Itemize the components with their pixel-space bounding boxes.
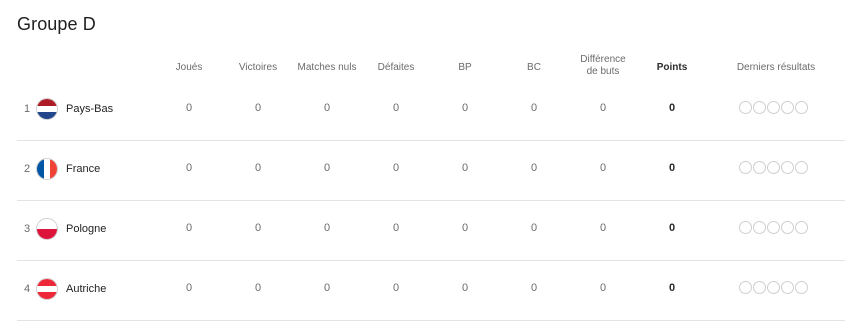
goals-for-value: 0 bbox=[461, 222, 469, 234]
col-goal-difference-line2: de buts bbox=[586, 66, 620, 77]
points-value: 0 bbox=[668, 162, 676, 174]
rank: 4 bbox=[24, 283, 31, 295]
goals-against-value: 0 bbox=[530, 222, 538, 234]
recent-results bbox=[739, 161, 808, 175]
points-value: 0 bbox=[668, 282, 676, 294]
losses-value: 0 bbox=[392, 282, 400, 294]
goal-difference-value: 0 bbox=[599, 222, 607, 234]
points-value: 0 bbox=[668, 102, 676, 114]
wins-value: 0 bbox=[254, 222, 262, 234]
result-placeholder-icon bbox=[767, 281, 780, 294]
team-name[interactable]: France bbox=[66, 163, 100, 175]
result-placeholder-icon bbox=[795, 281, 808, 294]
result-placeholder-icon bbox=[739, 221, 752, 234]
recent-results bbox=[739, 281, 808, 295]
result-placeholder-icon bbox=[781, 161, 794, 174]
table-row[interactable]: 2 France 0 0 0 0 0 0 0 0 bbox=[17, 140, 845, 201]
result-placeholder-icon bbox=[753, 221, 766, 234]
recent-results bbox=[739, 101, 808, 115]
result-placeholder-icon bbox=[767, 101, 780, 114]
austria-flag-icon bbox=[36, 278, 58, 300]
goals-against-value: 0 bbox=[530, 102, 538, 114]
col-losses: Défaites bbox=[377, 62, 415, 73]
col-goals-for: BP bbox=[458, 62, 472, 73]
table-row[interactable]: 3 Pologne 0 0 0 0 0 0 0 0 bbox=[17, 200, 845, 261]
goals-against-value: 0 bbox=[530, 282, 538, 294]
goal-difference-value: 0 bbox=[599, 162, 607, 174]
result-placeholder-icon bbox=[753, 101, 766, 114]
poland-flag-icon bbox=[36, 218, 58, 240]
draws-value: 0 bbox=[323, 222, 331, 234]
rank: 2 bbox=[24, 163, 31, 175]
draws-value: 0 bbox=[323, 102, 331, 114]
col-points: Points bbox=[656, 62, 688, 73]
rank: 1 bbox=[24, 103, 31, 115]
recent-results bbox=[739, 221, 808, 235]
table-row[interactable]: 4 Autriche 0 0 0 0 0 0 0 0 bbox=[17, 260, 845, 321]
result-placeholder-icon bbox=[767, 161, 780, 174]
result-placeholder-icon bbox=[781, 101, 794, 114]
played-value: 0 bbox=[185, 282, 193, 294]
losses-value: 0 bbox=[392, 162, 400, 174]
result-placeholder-icon bbox=[739, 281, 752, 294]
col-wins: Victoires bbox=[238, 62, 278, 73]
played-value: 0 bbox=[185, 222, 193, 234]
goals-for-value: 0 bbox=[461, 102, 469, 114]
goal-difference-value: 0 bbox=[599, 282, 607, 294]
result-placeholder-icon bbox=[781, 281, 794, 294]
draws-value: 0 bbox=[323, 282, 331, 294]
col-recent-results: Derniers résultats bbox=[736, 62, 816, 73]
result-placeholder-icon bbox=[767, 221, 780, 234]
result-placeholder-icon bbox=[753, 281, 766, 294]
wins-value: 0 bbox=[254, 162, 262, 174]
losses-value: 0 bbox=[392, 102, 400, 114]
draws-value: 0 bbox=[323, 162, 331, 174]
team-name[interactable]: Pays-Bas bbox=[66, 103, 113, 115]
goals-for-value: 0 bbox=[461, 282, 469, 294]
col-goal-difference: Différence de buts bbox=[563, 54, 643, 78]
goal-difference-value: 0 bbox=[599, 102, 607, 114]
points-value: 0 bbox=[668, 222, 676, 234]
col-goal-difference-line1: Différence bbox=[580, 54, 626, 65]
col-played: Joués bbox=[175, 62, 203, 73]
goals-against-value: 0 bbox=[530, 162, 538, 174]
played-value: 0 bbox=[185, 102, 193, 114]
rank: 3 bbox=[24, 223, 31, 235]
wins-value: 0 bbox=[254, 282, 262, 294]
result-placeholder-icon bbox=[739, 101, 752, 114]
played-value: 0 bbox=[185, 162, 193, 174]
group-title: Groupe D bbox=[17, 14, 96, 34]
losses-value: 0 bbox=[392, 222, 400, 234]
netherlands-flag-icon bbox=[36, 98, 58, 120]
table-row[interactable]: 1 Pays-Bas 0 0 0 0 0 0 0 0 bbox=[17, 80, 845, 141]
result-placeholder-icon bbox=[795, 221, 808, 234]
result-placeholder-icon bbox=[739, 161, 752, 174]
result-placeholder-icon bbox=[795, 161, 808, 174]
result-placeholder-icon bbox=[781, 221, 794, 234]
result-placeholder-icon bbox=[795, 101, 808, 114]
col-draws: Matches nuls bbox=[297, 62, 357, 73]
team-name[interactable]: Autriche bbox=[66, 283, 106, 295]
col-goals-against: BC bbox=[527, 62, 541, 73]
result-placeholder-icon bbox=[753, 161, 766, 174]
wins-value: 0 bbox=[254, 102, 262, 114]
goals-for-value: 0 bbox=[461, 162, 469, 174]
team-name[interactable]: Pologne bbox=[66, 223, 106, 235]
france-flag-icon bbox=[36, 158, 58, 180]
